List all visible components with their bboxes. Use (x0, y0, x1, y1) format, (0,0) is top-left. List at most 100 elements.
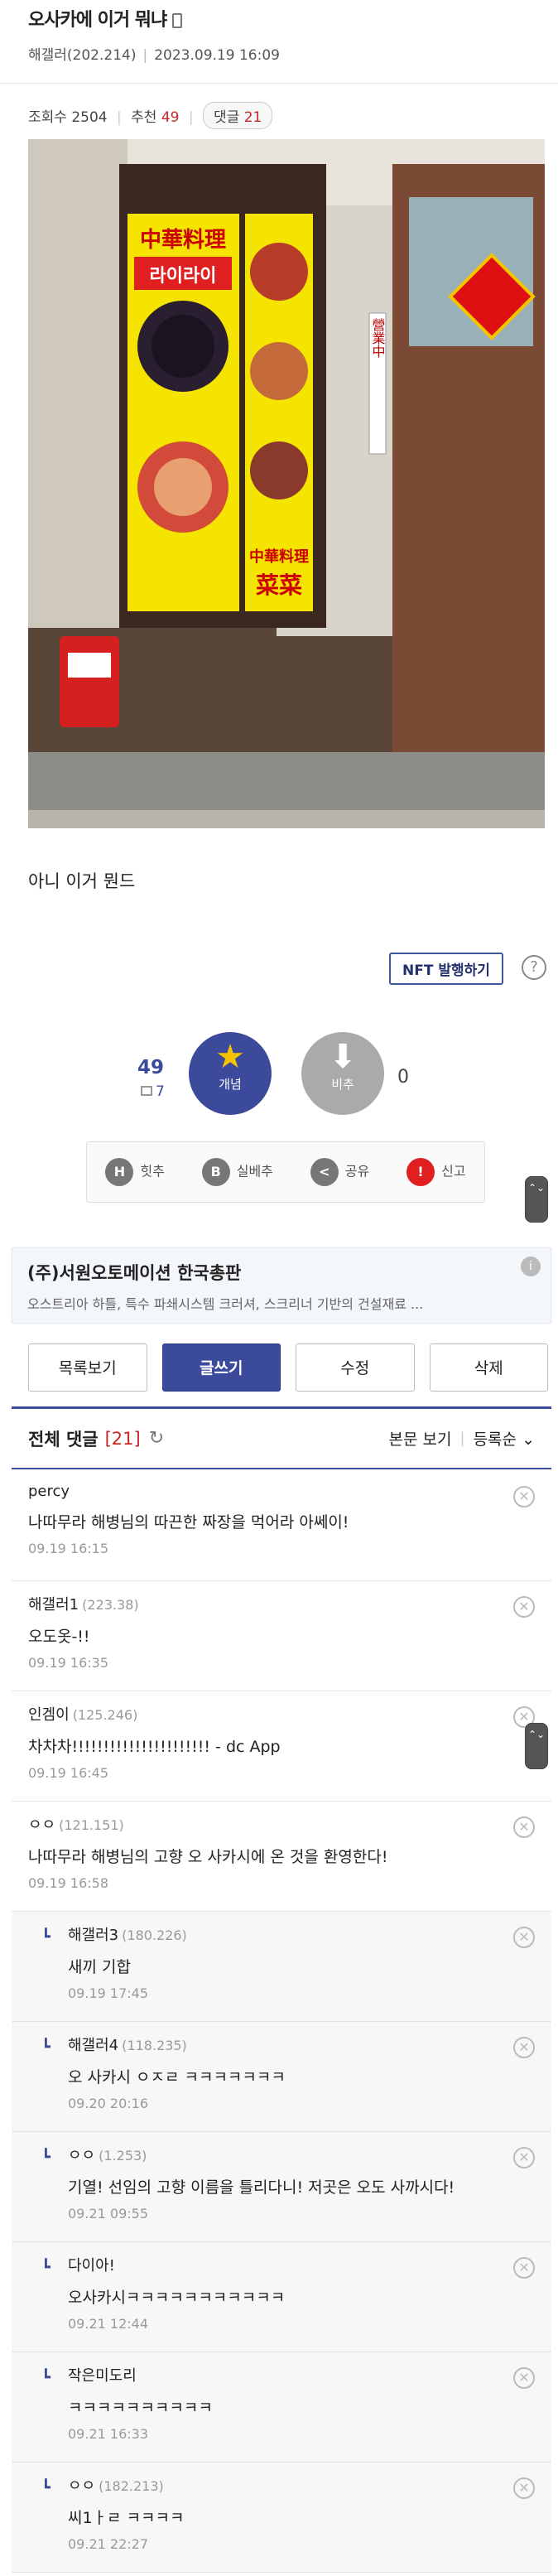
comment-nick[interactable]: percy (28, 1483, 70, 1500)
comment-text: 기열! 선임의 고향 이름을 틀리다니! 저곳은 오도 사까시다! (68, 2178, 455, 2197)
scroll-control[interactable]: ⌃⌄ (525, 1176, 548, 1223)
edit-button[interactable]: 수정 (296, 1343, 415, 1392)
comment-date: 09.20 20:16 (68, 2096, 148, 2111)
comment-list: percy 나따무라 해병님의 따끈한 짜장을 먹어라 아쎄이! 09.19 16:… (12, 1471, 551, 2573)
vertical-sign-text: 營業中 (370, 318, 386, 358)
comment-item: 인겜이 (125.246) 차차차!!!!!!!!!!!!!!!!!!!!!! - … (12, 1691, 551, 1802)
report-button[interactable]: ! 신고 (406, 1158, 466, 1186)
comment-ip: (118.235) (122, 2038, 187, 2053)
post-datetime: 2023.09.19 16:09 (154, 47, 280, 64)
sign-mid-text: 라이라이 (150, 266, 217, 287)
best-button[interactable]: B 실베추 (201, 1158, 273, 1186)
comment-nick[interactable]: 작은미도리 (68, 2367, 137, 2385)
comment-nick[interactable]: 해갤러3 (68, 1927, 118, 1944)
reply-arrow-icon: ┗ (41, 2149, 51, 2166)
comment-date: 09.21 22:27 (68, 2536, 148, 2552)
best-icon: B (201, 1158, 230, 1186)
comment-pill[interactable]: 댓글 21 (203, 102, 273, 129)
info-icon[interactable]: i (521, 1257, 541, 1276)
delete-comment-icon[interactable]: ✕ (513, 2037, 535, 2058)
ad-title: (주)서원오토메이션 한국총판 (27, 1263, 242, 1283)
views: 조회수 2504 (28, 109, 108, 126)
comment-text: 씨1ㅏㄹ ㅋㅋㅋㅋ (68, 2509, 185, 2527)
reply-arrow-icon: ┗ (41, 2038, 51, 2056)
reply-arrow-icon: ┗ (41, 1928, 51, 1946)
comments-title: 전체 댓글 (28, 1429, 99, 1450)
post-title: 오사카에 이거 뭐냐 (28, 0, 530, 31)
comment-date: 09.19 17:45 (68, 1985, 148, 2001)
comment-ip: (1.253) (99, 2148, 147, 2164)
upvote-button[interactable]: ★ 개념 (189, 1032, 272, 1115)
comment-date: 09.21 12:44 (68, 2316, 148, 2332)
share-icon: < (310, 1158, 339, 1186)
comment-date: 09.21 09:55 (68, 2206, 148, 2221)
comment-item: ㅇㅇ (121.151) 나따무라 해병님의 고향 오 사카시에 온 것을 환영한다… (12, 1802, 551, 1912)
delete-comment-icon[interactable]: ✕ (513, 1486, 535, 1507)
comment-nick[interactable]: 인겜이 (28, 1706, 70, 1724)
comment-item: ┗ ㅇㅇ (1.253) 기열! 선임의 고향 이름을 틀리다니! 저곳은 오도 사까… (12, 2132, 551, 2242)
delete-comment-icon[interactable]: ✕ (513, 2477, 535, 2499)
comment-text: 차차차!!!!!!!!!!!!!!!!!!!!!! - dc App (28, 1738, 281, 1756)
comment-nick[interactable]: ㅇㅇ (68, 2477, 95, 2495)
comment-ip: (182.213) (99, 2478, 164, 2494)
ad-subtitle: 오스트리아 하틀, 특수 파쇄시스템 크러셔, 스크리너 기반의 건설재료 ..… (27, 1296, 424, 1312)
comment-nick[interactable]: 다이아! (68, 2257, 115, 2275)
arrow-down-icon: ⬇ (329, 1038, 357, 1076)
post-author[interactable]: 해갤러(202.214) (28, 47, 136, 64)
upvote-sub: 7 (141, 1083, 165, 1100)
comment-date: 09.19 16:58 (28, 1875, 108, 1891)
view-body-link[interactable]: 본문 보기 (389, 1427, 452, 1450)
recommend-label: 추천 (131, 109, 157, 126)
comments-count: [21] (104, 1428, 141, 1449)
post-meta: 해갤러(202.214) | 2023.09.19 16:09 (28, 47, 280, 64)
sort-select[interactable]: 등록순 ⌄ (474, 1427, 535, 1450)
comment-text: 오 사카시 ㅇㅈㄹ ㅋㅋㅋㅋㅋㅋㅋ (68, 2068, 286, 2086)
comment-item: 해갤러1 (223.38) 오도옷-!! 09.19 16:35 ✕ (12, 1581, 551, 1691)
restaurant-sign-photo: 營業中 中華料理 라이라이 中華料理 菜菜 (28, 139, 545, 828)
comment-nick[interactable]: 해갤러1 (28, 1596, 79, 1614)
comment-date: 09.21 16:33 (68, 2426, 148, 2442)
delete-button[interactable]: 삭제 (429, 1343, 548, 1392)
mobile-icon (171, 13, 182, 28)
comment-nick[interactable]: ㅇㅇ (28, 1816, 55, 1834)
downvote-count: 0 (397, 1067, 409, 1088)
help-icon[interactable]: ? (522, 955, 546, 980)
post-title-text: 오사카에 이거 뭐냐 (28, 10, 167, 31)
downvote-button[interactable]: ⬇ 비추 (301, 1032, 384, 1115)
comment-item: ┗ 다이아! 오사카시ㅋㅋㅋㅋㅋㅋㅋㅋㅋㅋㅋ 09.21 12:44 ✕ (12, 2242, 551, 2352)
delete-comment-icon[interactable]: ✕ (513, 1927, 535, 1948)
delete-comment-icon[interactable]: ✕ (513, 2367, 535, 2389)
delete-comment-icon[interactable]: ✕ (513, 1596, 535, 1618)
fixed-icon (141, 1086, 152, 1096)
hit-button[interactable]: H 힛추 (105, 1158, 165, 1186)
comment-text: 나따무라 해병님의 따끈한 짜장을 먹어라 아쎄이! (28, 1513, 349, 1532)
share-button[interactable]: < 공유 (310, 1158, 369, 1186)
comment-text: 오사카시ㅋㅋㅋㅋㅋㅋㅋㅋㅋㅋㅋ (68, 2289, 286, 2307)
siren-icon: ! (406, 1158, 435, 1186)
comment-nick[interactable]: ㅇㅇ (68, 2147, 95, 2164)
comment-nick[interactable]: 해갤러4 (68, 2037, 118, 2054)
post-stats: 조회수 2504 | 추천 49 | 댓글 21 (0, 83, 558, 141)
comments-header: 전체 댓글 [21] ↻ 본문 보기 | 등록순 ⌄ (12, 1406, 551, 1469)
comment-ip: (125.246) (72, 1707, 138, 1723)
comment-ip: (180.226) (122, 1927, 187, 1943)
recommend-count: 49 (161, 109, 180, 126)
post-image: 營業中 中華料理 라이라이 中華料理 菜菜 (28, 139, 545, 828)
comment-date: 09.19 16:35 (28, 1655, 108, 1671)
nft-button[interactable]: NFT 발행하기 (389, 953, 503, 985)
comment-text: 나따무라 해병님의 고향 오 사카시에 온 것을 환영한다! (28, 1848, 388, 1866)
list-button[interactable]: 목록보기 (28, 1343, 147, 1392)
comment-item: ┗ ㅇㅇ (182.213) 씨1ㅏㄹ ㅋㅋㅋㅋ 09.21 22:27 ✕ (12, 2463, 551, 2573)
ad-banner[interactable]: (주)서원오토메이션 한국총판 오스트리아 하틀, 특수 파쇄시스템 크러셔, … (12, 1247, 551, 1324)
write-button[interactable]: 글쓰기 (161, 1343, 281, 1392)
delete-comment-icon[interactable]: ✕ (513, 1816, 535, 1838)
comment-item: ┗ 해갤러3 (180.226) 새끼 기합 09.19 17:45 ✕ (12, 1912, 551, 2022)
reply-arrow-icon: ┗ (41, 2369, 51, 2386)
delete-comment-icon[interactable]: ✕ (513, 2257, 535, 2279)
comment-date: 09.19 16:45 (28, 1765, 108, 1781)
sign-bottom-text: 中華料理 (249, 548, 309, 566)
refresh-icon[interactable]: ↻ (149, 1428, 164, 1449)
delete-comment-icon[interactable]: ✕ (513, 2147, 535, 2168)
scroll-control-2[interactable]: ⌃⌄ (525, 1723, 548, 1769)
comment-item: percy 나따무라 해병님의 따끈한 짜장을 먹어라 아쎄이! 09.19 16:… (12, 1471, 551, 1581)
